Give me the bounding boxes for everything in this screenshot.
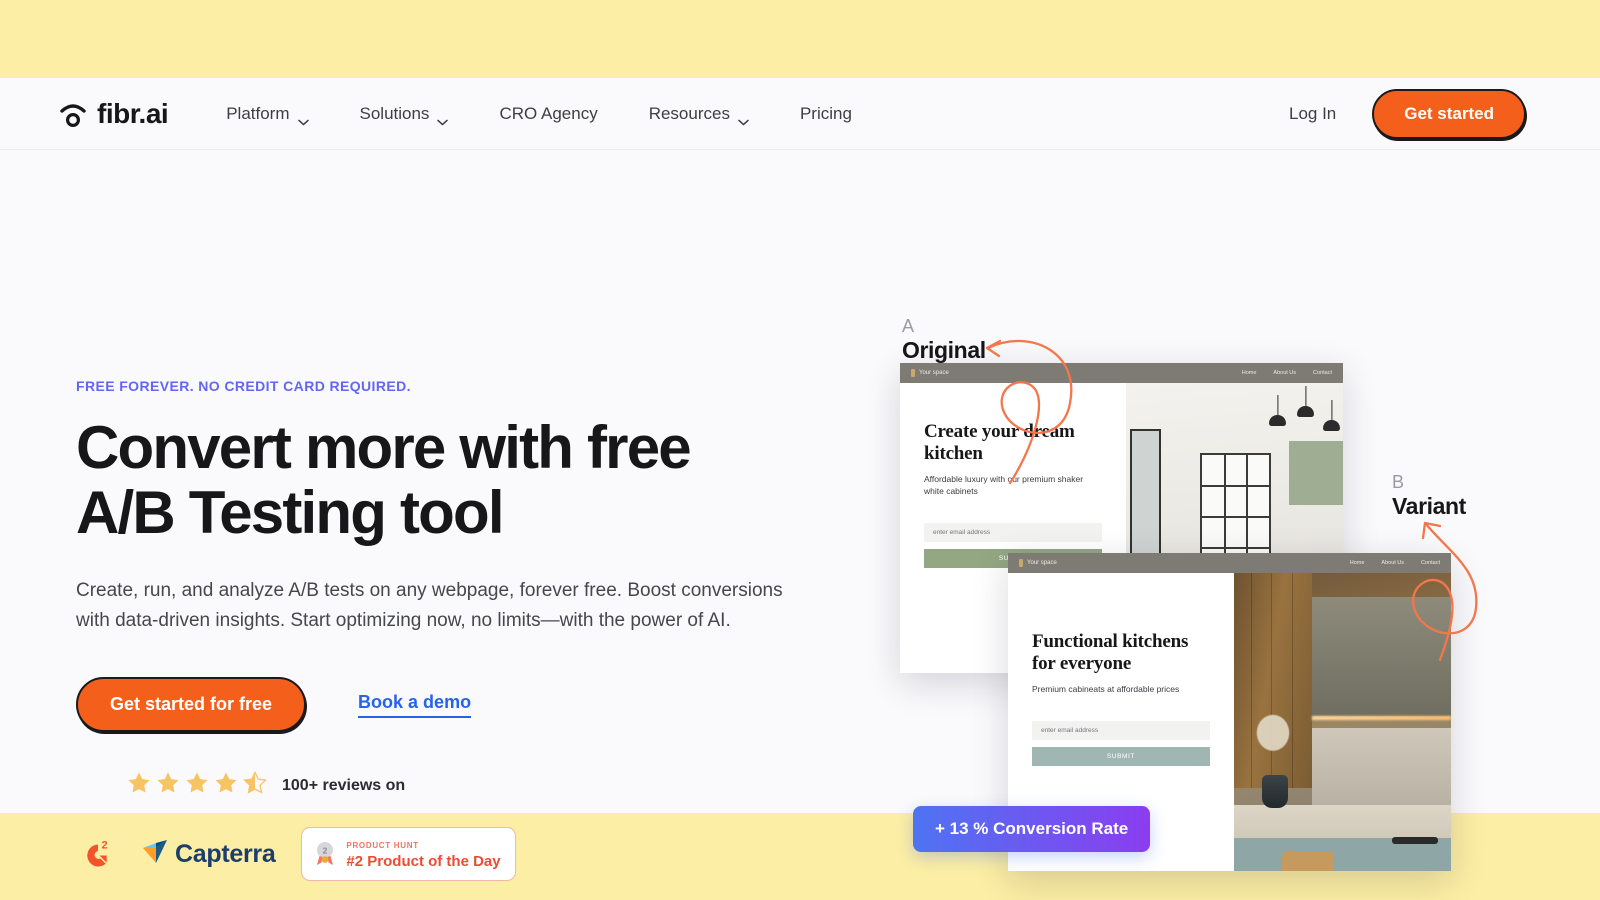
nav-item-label: Resources <box>648 103 730 123</box>
under-cabinet-light <box>1312 716 1451 721</box>
dried-flowers <box>1246 703 1299 752</box>
kitchen-photo-variant <box>1233 573 1451 871</box>
mockup-a-nav-contact: Contact <box>1313 370 1332 376</box>
product-hunt-title: #2 Product of the Day <box>346 853 501 871</box>
nav-links: Platform Solutions CRO Agency Resources <box>226 96 903 132</box>
nav-item-solutions[interactable]: Solutions <box>360 96 449 132</box>
g2-logo-icon[interactable]: 2 <box>76 834 116 874</box>
capterra-mark-icon <box>142 839 169 869</box>
brand-mark-icon <box>1019 559 1023 567</box>
star-half-icon <box>242 770 268 801</box>
mockup-b-nav-contact: Contact <box>1421 560 1440 566</box>
get-started-for-free-button[interactable]: Get started for free <box>76 677 307 733</box>
nav-item-cro-agency[interactable]: CRO Agency <box>499 96 597 132</box>
headline-line-2: A/B Testing tool <box>76 478 505 546</box>
variant-b-letter: B <box>1392 472 1405 492</box>
hero-cta-row: Get started for free Book a demo <box>76 677 816 733</box>
nav-item-label: Solutions <box>359 103 430 123</box>
conversion-rate-badge: + 13 % Conversion Rate <box>913 806 1151 852</box>
chevron-down-icon <box>738 111 749 126</box>
hero-subcopy: Create, run, and analyze A/B tests on an… <box>76 579 783 632</box>
mockup-a-email-input[interactable]: enter email address <box>924 522 1102 542</box>
upper-cabinets <box>1312 596 1451 717</box>
mockup-b-brand: Your space <box>1019 559 1057 567</box>
brand-mark-icon <box>911 369 915 377</box>
mockup-a-navbar: Your space Home About Us Contact <box>900 363 1343 383</box>
nav-item-platform[interactable]: Platform <box>226 96 309 132</box>
chevron-down-icon <box>437 111 449 126</box>
mockup-a-nav-about: About Us <box>1273 370 1297 376</box>
rating-row: 100+ reviews on <box>126 770 816 801</box>
variant-a-letter: A <box>902 316 915 336</box>
star-rating <box>126 770 268 801</box>
top-yellow-band <box>0 0 1600 78</box>
black-vase <box>1262 775 1289 809</box>
fibr-eye-icon <box>58 99 88 129</box>
logo-text: fibr.ai <box>97 97 169 129</box>
nav-item-label: CRO Agency <box>499 103 598 123</box>
hero-eyebrow: FREE FOREVER. NO CREDIT CARD REQUIRED. <box>76 378 411 394</box>
svg-text:2: 2 <box>323 845 328 855</box>
logo[interactable]: fibr.ai <box>58 97 169 130</box>
page-title: Convert more with free A/B Testing tool <box>76 414 816 546</box>
product-hunt-eyebrow: PRODUCT HUNT <box>346 841 419 851</box>
wood-cabinets <box>1233 573 1313 788</box>
navbar: fibr.ai Platform Solutions CRO Agency Re… <box>0 78 1600 150</box>
nav-item-label: Platform <box>226 103 290 123</box>
mockup-a-nav: Home About Us Contact <box>1242 370 1332 376</box>
product-hunt-text: PRODUCT HUNT #2 Product of the Day <box>346 835 500 872</box>
headline-line-1: Convert more with free <box>76 414 692 481</box>
capterra-label: Capterra <box>175 839 276 868</box>
reviews-count-label: 100+ reviews on <box>282 776 406 794</box>
mockup-a-brand: Your space <box>911 369 949 377</box>
star-icon <box>184 770 210 801</box>
variant-b-label: B Variant <box>1392 472 1466 520</box>
chevron-down-icon <box>297 111 309 126</box>
variant-a-name: Original <box>902 336 986 363</box>
product-hunt-badge[interactable]: 2 PRODUCT HUNT #2 Product of the Day <box>301 827 516 881</box>
get-started-button[interactable]: Get started <box>1372 88 1526 139</box>
hero-content: FREE FOREVER. NO CREDIT CARD REQUIRED. C… <box>76 378 816 881</box>
wooden-stool <box>1281 850 1334 871</box>
login-link[interactable]: Log In <box>1289 104 1336 124</box>
mockup-a-nav-home: Home <box>1241 370 1257 376</box>
mockup-b-nav-home: Home <box>1349 560 1365 566</box>
social-proof-badges: 2 Capterra 2 PRODUCT HUNT #2 Product of … <box>76 827 816 881</box>
variant-a-label: A Original <box>902 316 986 364</box>
mockup-a-subhead: Affordable luxury with our premium shake… <box>924 474 1084 496</box>
mockup-b-brand-label: Your space <box>1027 560 1057 566</box>
star-icon <box>155 770 181 801</box>
capterra-logo[interactable]: Capterra <box>142 839 276 869</box>
mockup-b-nav-about: About Us <box>1381 560 1405 566</box>
mockup-a-brand-label: Your space <box>919 370 949 376</box>
svg-text:2: 2 <box>102 840 108 852</box>
mockup-b-submit-button[interactable]: SUBMIT <box>1032 746 1210 766</box>
mockup-b-headline: Functional kitchens for everyone <box>1032 631 1189 675</box>
variant-b-name: Variant <box>1392 492 1466 519</box>
medal-icon: 2 <box>313 841 337 867</box>
mockup-b-subhead: Premium cabineats at affordable prices <box>1032 684 1180 695</box>
mockup-b-navbar: Your space Home About Us Contact <box>1008 553 1451 573</box>
hero-card: fibr.ai Platform Solutions CRO Agency Re… <box>0 78 1600 881</box>
book-a-demo-link[interactable]: Book a demo <box>358 692 472 718</box>
nav-item-resources[interactable]: Resources <box>649 96 749 132</box>
star-icon <box>213 770 239 801</box>
star-icon <box>126 770 152 801</box>
ab-test-illustration: A Original B Variant Your space Home Abo… <box>880 308 1570 888</box>
stove-top <box>1391 837 1438 845</box>
mockup-b-photo <box>1233 573 1451 871</box>
nav-item-label: Pricing <box>799 103 852 123</box>
nav-item-pricing[interactable]: Pricing <box>800 96 852 132</box>
mockup-b-nav: Home About Us Contact <box>1350 560 1440 566</box>
nav-actions: Log In Get started <box>1289 88 1526 139</box>
backsplash <box>1312 727 1451 806</box>
mockup-b-email-input[interactable]: enter email address <box>1032 720 1210 740</box>
green-cabinet <box>1288 441 1343 505</box>
page-root: fibr.ai Platform Solutions CRO Agency Re… <box>0 0 1600 900</box>
mockup-a-headline: Create your dream kitchen <box>924 421 1075 465</box>
